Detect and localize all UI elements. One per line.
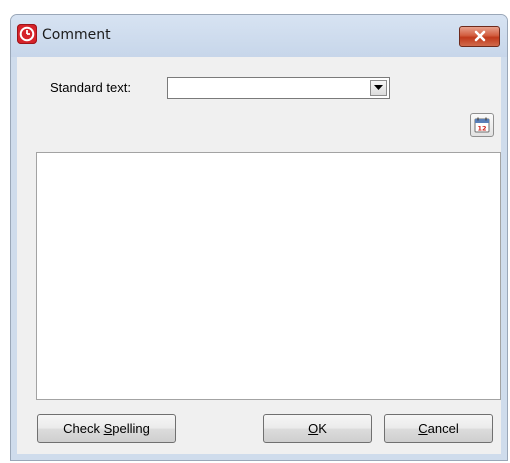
standard-text-dropdown[interactable] [167,77,390,99]
check-spelling-button[interactable]: Check Spelling [37,414,176,443]
check-spelling-mnemonic: S [103,421,113,436]
window-title: Comment [42,27,111,43]
cancel-button[interactable]: Cancel [384,414,493,443]
chevron-down-icon [374,85,383,90]
calendar-button[interactable]: 12 [470,113,494,137]
dropdown-button[interactable] [370,80,387,96]
title-bar[interactable]: Comment [11,15,507,57]
ok-button[interactable]: OK [263,414,372,443]
clock-icon [17,24,37,44]
cancel-label-after: ancel [427,421,459,436]
ok-mnemonic: O [308,421,319,436]
check-spelling-label-after: pelling [112,421,150,436]
close-icon [474,30,485,42]
close-button[interactable] [459,26,500,47]
standard-text-label: Standard text: [50,80,131,95]
calendar-icon: 12 [474,117,490,133]
check-spelling-label-before: Check [63,421,104,436]
cancel-mnemonic: C [418,421,428,436]
calendar-day: 12 [477,124,486,132]
comment-text-area[interactable] [36,152,501,400]
ok-label-after: K [318,421,327,436]
comment-dialog: Comment Standard text: 12 Check S pellin… [10,14,508,461]
dialog-body: Standard text: 12 Check Spelling OK C an… [17,57,501,454]
